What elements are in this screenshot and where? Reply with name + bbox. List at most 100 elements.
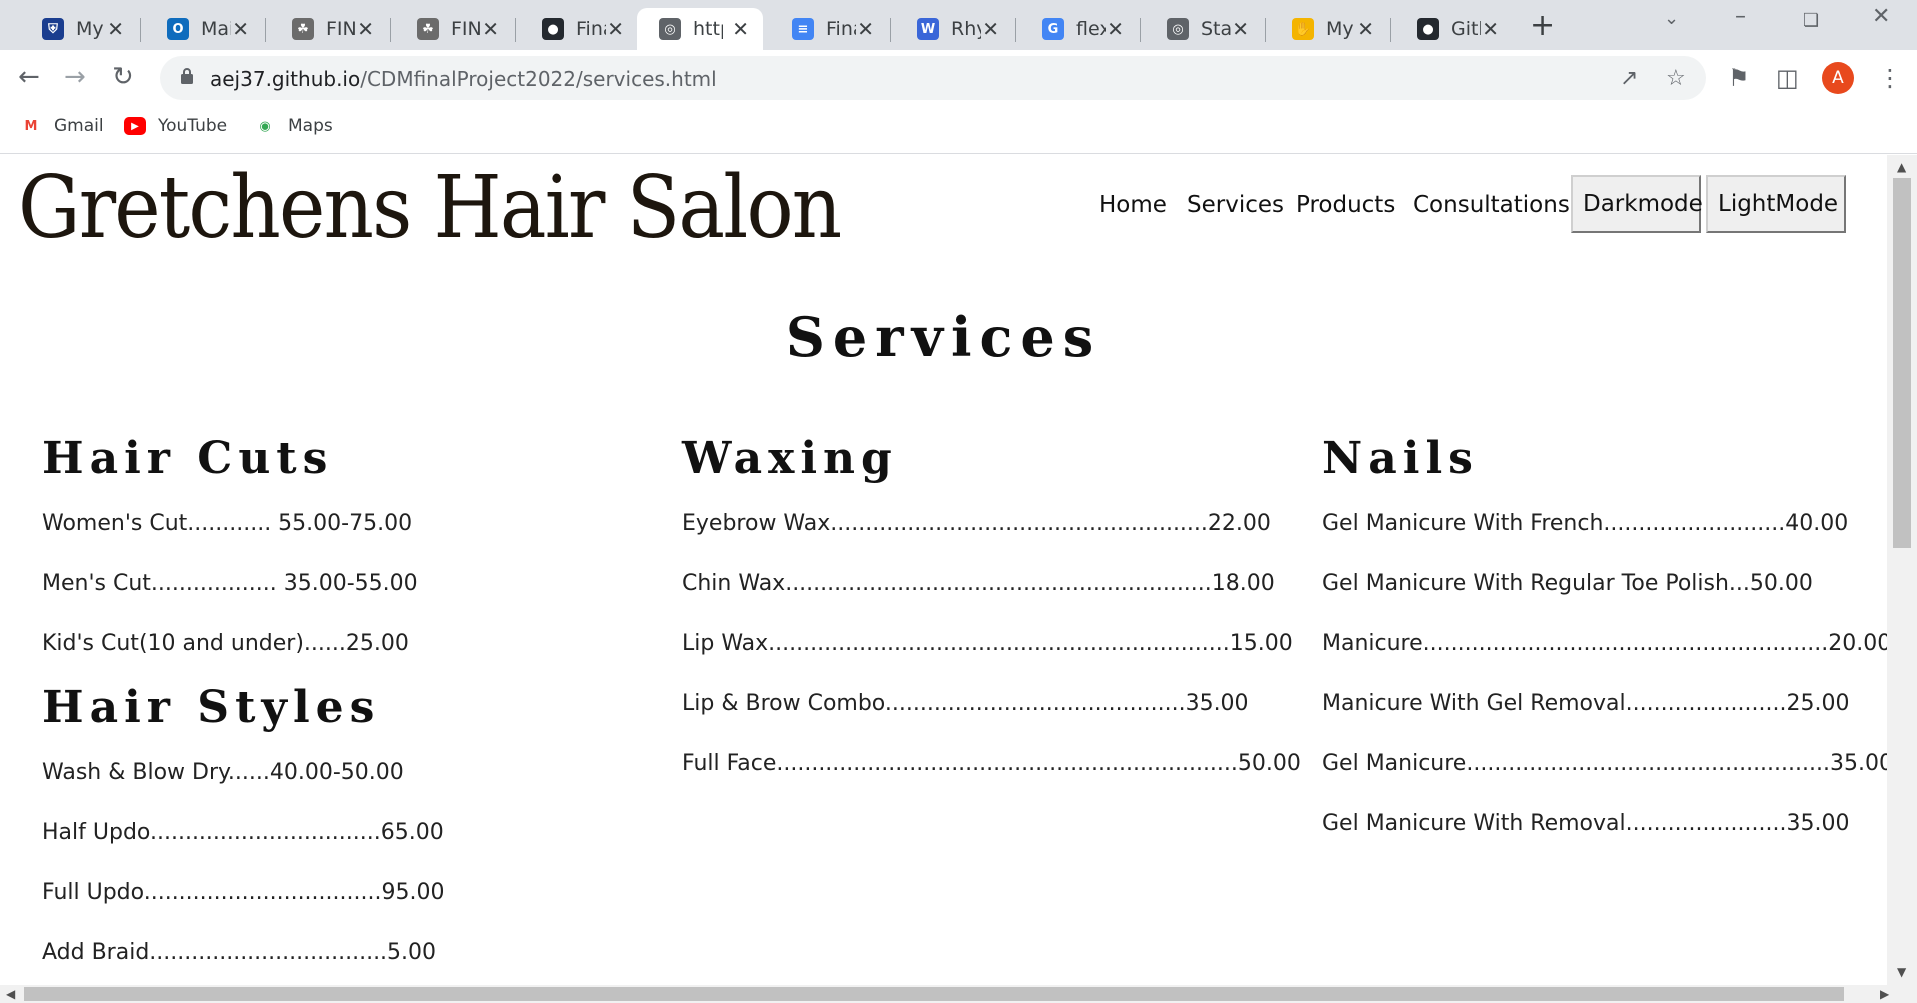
tab-separator bbox=[515, 18, 516, 42]
nav-products[interactable]: Products bbox=[1296, 192, 1395, 218]
browser-tab[interactable]: ☘ FIN ✕ bbox=[270, 8, 388, 50]
page-title: Services bbox=[785, 305, 1102, 369]
bookmark-label: YouTube bbox=[158, 116, 228, 136]
browser-tab[interactable]: ● Fina✕ bbox=[520, 8, 638, 50]
profile-avatar[interactable]: A bbox=[1822, 62, 1854, 94]
tab-title: My bbox=[1326, 18, 1354, 40]
service-item: Gel Manicure With Regular Toe Polish...5… bbox=[1322, 571, 1813, 596]
service-item: Wash & Blow Dry......40.00-50.00 bbox=[42, 760, 404, 785]
close-tab-icon[interactable]: ✕ bbox=[1482, 17, 1499, 41]
bookmark-gmail[interactable]: M Gmail bbox=[20, 116, 104, 136]
browser-tab[interactable]: ◎ Star✕ bbox=[1145, 8, 1263, 50]
service-item: Half Updo...............................… bbox=[42, 820, 444, 845]
page-viewport: Gretchens Hair Salon Home Services Produ… bbox=[0, 155, 1917, 1003]
close-tab-icon[interactable]: ✕ bbox=[857, 17, 874, 41]
service-item: Add Braid...............................… bbox=[42, 940, 437, 965]
scroll-left-icon[interactable]: ◀ bbox=[6, 987, 15, 1001]
gmail-icon: M bbox=[24, 118, 38, 134]
minimize-icon[interactable]: – bbox=[1735, 4, 1746, 29]
close-tab-icon[interactable]: ✕ bbox=[1232, 17, 1249, 41]
service-item: Gel Manicure............................… bbox=[1322, 751, 1893, 776]
outlook-icon: O bbox=[167, 18, 189, 40]
tab-title: FIN bbox=[451, 18, 481, 40]
browser-tab[interactable]: W Rhy✕ bbox=[895, 8, 1013, 50]
browser-tab[interactable]: ◎ http ✕ bbox=[637, 8, 763, 50]
bookmark-youtube[interactable]: ▶ YouTube bbox=[124, 116, 227, 136]
darkmode-button[interactable]: Darkmode bbox=[1571, 175, 1703, 233]
waxing-heading: Waxing bbox=[682, 433, 898, 484]
close-tab-icon[interactable]: ✕ bbox=[1357, 17, 1374, 41]
service-item: Lip Wax.................................… bbox=[682, 631, 1293, 656]
youtube-icon: ▶ bbox=[124, 117, 146, 135]
scroll-down-icon[interactable]: ▼ bbox=[1897, 965, 1906, 979]
tab-title: Star bbox=[1201, 18, 1231, 40]
tab-strip: ⛨My✕OMai✕☘FIN✕☘FIN✕●Fina✕◎http✕≡Fina✕WRh… bbox=[0, 0, 1917, 50]
service-item: Men's Cut.................. 35.00-55.00 bbox=[42, 571, 418, 596]
bookmark-label: Gmail bbox=[54, 116, 104, 136]
google-icon: G bbox=[1042, 18, 1064, 40]
address-bar[interactable]: aej37.github.io/CDMfinalProject2022/serv… bbox=[160, 56, 1706, 100]
side-panel-icon[interactable]: ◫ bbox=[1776, 64, 1799, 92]
nav-services[interactable]: Services bbox=[1187, 192, 1284, 218]
close-tab-icon[interactable]: ✕ bbox=[607, 17, 624, 41]
bookmark-star-icon[interactable]: ☆ bbox=[1666, 66, 1686, 91]
service-item: Gel Manicure With Removal...............… bbox=[1322, 811, 1850, 836]
browser-tab[interactable]: Gflex ✕ bbox=[1020, 8, 1138, 50]
nav-consultations[interactable]: Consultations bbox=[1413, 192, 1570, 218]
tab-title: Rhy bbox=[951, 18, 981, 40]
service-item: Full Face...............................… bbox=[682, 751, 1301, 776]
globe-icon: ◎ bbox=[1167, 18, 1189, 40]
browser-tab[interactable]: ☘ FIN ✕ bbox=[395, 8, 513, 50]
share-icon[interactable]: ↗ bbox=[1620, 66, 1638, 91]
new-tab-button[interactable]: + bbox=[1530, 8, 1555, 43]
browser-tab[interactable]: ≡ Fina✕ bbox=[770, 8, 888, 50]
crest-icon: ☘ bbox=[417, 18, 439, 40]
browser-toolbar: ← → ↻ aej37.github.io/CDMfinalProject202… bbox=[0, 50, 1917, 106]
service-item: Manicure With Gel Removal...............… bbox=[1322, 691, 1850, 716]
url-text: aej37.github.io/CDMfinalProject2022/serv… bbox=[210, 67, 717, 91]
scroll-right-icon[interactable]: ▶ bbox=[1880, 987, 1889, 1001]
tab-title: Fina bbox=[826, 18, 856, 40]
service-item: Kid's Cut(10 and under)......25.00 bbox=[42, 631, 409, 656]
close-tab-icon[interactable]: ✕ bbox=[357, 17, 374, 41]
menu-kebab-icon[interactable]: ⋮ bbox=[1878, 64, 1902, 92]
lightmode-button[interactable]: LightMode bbox=[1706, 175, 1846, 233]
close-window-icon[interactable]: ✕ bbox=[1872, 4, 1890, 29]
close-tab-icon[interactable]: ✕ bbox=[982, 17, 999, 41]
tab-separator bbox=[1140, 18, 1141, 42]
tab-separator bbox=[1390, 18, 1391, 42]
browser-tab[interactable]: ● Gith✕ bbox=[1395, 8, 1513, 50]
close-tab-icon[interactable]: ✕ bbox=[232, 17, 249, 41]
horizontal-scroll-thumb[interactable] bbox=[24, 987, 1844, 1001]
close-tab-icon[interactable]: ✕ bbox=[1107, 17, 1124, 41]
crest-icon: ☘ bbox=[292, 18, 314, 40]
tab-title: FIN bbox=[326, 18, 356, 40]
tab-search-icon[interactable]: ⌄ bbox=[1664, 8, 1679, 29]
hair-styles-heading: Hair Styles bbox=[42, 682, 381, 733]
extensions-icon[interactable]: ⚑ bbox=[1728, 64, 1750, 92]
scroll-up-icon[interactable]: ▲ bbox=[1897, 160, 1906, 174]
reload-icon[interactable]: ↻ bbox=[112, 62, 134, 92]
browser-tab[interactable]: O Mai ✕ bbox=[145, 8, 263, 50]
close-tab-icon[interactable]: ✕ bbox=[107, 17, 124, 41]
tab-title: Fina bbox=[576, 18, 606, 40]
restore-icon[interactable]: ❏ bbox=[1803, 10, 1819, 31]
close-tab-icon[interactable]: ✕ bbox=[482, 17, 499, 41]
browser-tab[interactable]: ✋ My ✕ bbox=[1270, 8, 1388, 50]
bookmark-maps[interactable]: ◉ Maps bbox=[254, 116, 333, 136]
tab-title: Gith bbox=[1451, 18, 1481, 40]
nav-home[interactable]: Home bbox=[1099, 192, 1167, 218]
bookmark-label: Maps bbox=[288, 116, 333, 136]
back-icon[interactable]: ← bbox=[18, 62, 40, 92]
service-item: Gel Manicure With French................… bbox=[1322, 511, 1849, 536]
tab-separator bbox=[890, 18, 891, 42]
service-item: Lip & Brow Combo........................… bbox=[682, 691, 1249, 716]
tab-title: http bbox=[693, 18, 723, 40]
forward-icon[interactable]: → bbox=[64, 62, 86, 92]
vertical-scroll-thumb[interactable] bbox=[1893, 178, 1911, 548]
tab-title: flex bbox=[1076, 18, 1106, 40]
close-tab-icon[interactable]: ✕ bbox=[732, 17, 749, 41]
globe-icon: ◎ bbox=[659, 18, 681, 40]
browser-tab[interactable]: ⛨ My ✕ bbox=[20, 8, 138, 50]
tab-title: Mai bbox=[201, 18, 231, 40]
